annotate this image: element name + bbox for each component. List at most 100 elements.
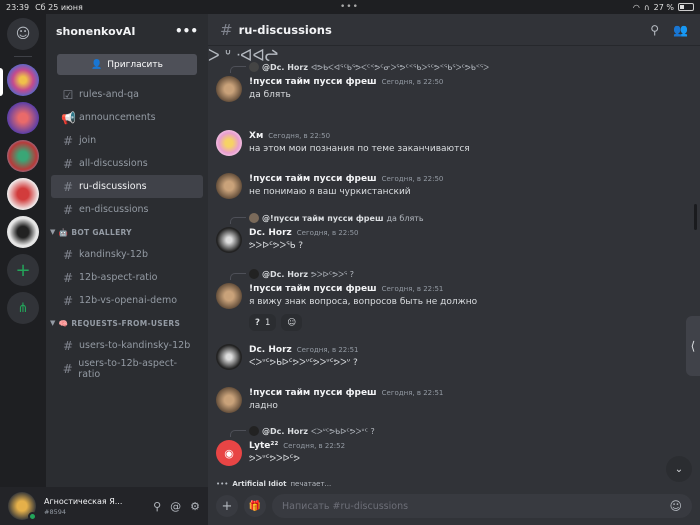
hash-icon: # bbox=[62, 293, 74, 308]
reply-spine bbox=[230, 66, 246, 73]
server-name: shonenkovAI bbox=[56, 24, 136, 38]
reply-preview[interactable]: @!пусси тайм пусси фреш да блять bbox=[249, 213, 424, 223]
message-text: не понимаю я ваш чуркистанский bbox=[249, 187, 411, 197]
channel-announcements[interactable]: 📢 announcements bbox=[51, 106, 203, 129]
server-icon-5[interactable] bbox=[7, 216, 39, 248]
attach-button[interactable]: + bbox=[216, 495, 238, 517]
message-placeholder: Написать #ru-discussions bbox=[282, 500, 409, 512]
channel-12b-vs-openai-demo[interactable]: # 12b-vs-openai-demo bbox=[51, 289, 203, 312]
message-header: !пусси тайм пусси фреш Сегодня, в 22:51 bbox=[249, 284, 443, 294]
channel-label: kandinsky-12b bbox=[79, 249, 148, 260]
chevron-down-icon: ▼ bbox=[50, 228, 56, 236]
avatar[interactable] bbox=[216, 130, 242, 156]
server-rail: ☺ + ⋔ bbox=[0, 14, 46, 525]
friends-search-icon[interactable]: ⚲ bbox=[153, 500, 161, 513]
channel-sidebar: shonenkovAI ••• 👤 Пригласить ☑ rules-and… bbox=[46, 14, 208, 525]
message-text: ᕗᐳᐅᑦᕗᐳᕐᑲ ? bbox=[249, 241, 304, 251]
channel-users-to-kandinsky-12b[interactable]: # users-to-kandinsky-12b bbox=[51, 334, 203, 357]
emoji-icon[interactable]: ☺ bbox=[669, 499, 682, 513]
header-icons: ⚲ 👥 bbox=[650, 23, 688, 37]
avatar[interactable] bbox=[216, 283, 242, 309]
message-input[interactable]: Написать #ru-discussions ☺ bbox=[272, 494, 692, 518]
author-name[interactable]: Dc. Horz bbox=[249, 345, 292, 355]
avatar[interactable] bbox=[216, 227, 242, 253]
author-name[interactable]: Хм bbox=[249, 131, 263, 141]
server-icon-4[interactable] bbox=[7, 178, 39, 210]
typing-user: Artificial Idiot bbox=[232, 480, 287, 488]
direct-messages-icon[interactable]: ☺ bbox=[7, 18, 39, 50]
channel-ru-discussions[interactable]: # ru-discussions bbox=[51, 175, 203, 198]
reply-preview[interactable]: @Dc. Horz ᐊᕗᑲᐸᐊᕐᑦᑲᕐᕗᐸᑦᑉᕗᑦᓂᐳᕐᕗᑦᑉᕐᑲᐳᕐᑦᕗᑉᕐᑲ… bbox=[249, 62, 489, 72]
channel-label: join bbox=[79, 135, 97, 146]
add-reaction-icon: ☺ bbox=[287, 317, 297, 328]
channel-rules-and-qa[interactable]: ☑ rules-and-qa bbox=[51, 83, 203, 106]
channel-kandinsky-12b[interactable]: # kandinsky-12b bbox=[51, 243, 203, 266]
reply-author: @Dc. Horz bbox=[262, 426, 308, 436]
timestamp: Сегодня, в 22:50 bbox=[268, 132, 331, 140]
reaction-question[interactable]: ? 1 bbox=[249, 314, 277, 331]
category-requests-from-users[interactable]: ▼ 🧠 REQUESTS-FROM-USERS bbox=[46, 312, 208, 334]
scrollbar[interactable] bbox=[694, 204, 697, 230]
mentions-icon[interactable]: @ bbox=[170, 500, 181, 513]
reply-preview[interactable]: @Dc. Horz ᐸᐳᐡᑦᕗᑲᐅᑦᕗᐳᐡᑦ ? bbox=[249, 426, 375, 436]
author-name[interactable]: Dc. Horz bbox=[249, 228, 292, 238]
typing-suffix: печатает... bbox=[290, 480, 332, 488]
message-text: ᐸᐳᐡᑦᕗᑲᐅᑦᕗᐳᐡᑦᕗᐳᐡᑦᕗᐳᐡ ? bbox=[249, 358, 358, 368]
server-icon-2[interactable] bbox=[7, 102, 39, 134]
reply-author: @Dc. Horz bbox=[262, 62, 308, 72]
status-bar: 23:39 Сб 25 июня ••• ◠ ∩ 27 % bbox=[0, 0, 700, 14]
user-panel: Агностическая Я... #8594 ⚲ @ ⚙ bbox=[0, 487, 208, 525]
jump-to-present-button[interactable]: ⌄ bbox=[666, 456, 692, 482]
author-name[interactable]: Lyte²² bbox=[249, 441, 278, 451]
user-tag: #8594 bbox=[44, 507, 66, 516]
channel-label: announcements bbox=[79, 112, 156, 123]
member-list-icon[interactable]: 👥 bbox=[673, 23, 688, 37]
avatar[interactable] bbox=[216, 344, 242, 370]
avatar[interactable] bbox=[216, 387, 242, 413]
side-panel-handle[interactable]: ⟨ bbox=[686, 316, 700, 376]
reply-preview[interactable]: @Dc. Horz ᕗᐳᐅᑦᕗᐳᕐ ? bbox=[249, 269, 354, 279]
explore-servers-icon[interactable]: ⋔ bbox=[7, 292, 39, 324]
invite-label: Пригласить bbox=[107, 59, 163, 70]
category-label: BOT GALLERY bbox=[71, 227, 132, 237]
add-server-icon[interactable]: + bbox=[7, 254, 39, 286]
invite-button[interactable]: 👤 Пригласить bbox=[57, 54, 197, 75]
message-header: Хм Сегодня, в 22:50 bbox=[249, 131, 330, 141]
author-name[interactable]: !пусси тайм пусси фреш bbox=[249, 174, 377, 184]
channel-users-to-12b-aspect-ratio[interactable]: # users-to-12b-aspect-ratio bbox=[51, 357, 203, 380]
avatar[interactable] bbox=[216, 76, 242, 102]
author-name[interactable]: !пусси тайм пусси фреш bbox=[249, 77, 377, 87]
timestamp: Сегодня, в 22:52 bbox=[283, 442, 346, 450]
timestamp: Сегодня, в 22:51 bbox=[381, 389, 444, 397]
timestamp: Сегодня, в 22:51 bbox=[381, 285, 444, 293]
username: Агностическая Я... bbox=[44, 496, 123, 506]
gift-button[interactable]: 🎁 bbox=[244, 495, 266, 517]
server-icon-3[interactable] bbox=[7, 140, 39, 172]
search-icon[interactable]: ⚲ bbox=[650, 23, 659, 37]
multitask-dots-icon[interactable]: ••• bbox=[340, 2, 359, 12]
avatar[interactable] bbox=[216, 173, 242, 199]
channel-title: ru-discussions bbox=[238, 22, 332, 37]
server-header[interactable]: shonenkovAI ••• bbox=[46, 14, 208, 48]
author-name[interactable]: !пусси тайм пусси фреш bbox=[249, 388, 377, 398]
reaction-emoji: ? bbox=[255, 317, 260, 328]
hash-icon: # bbox=[62, 179, 74, 194]
channel-join[interactable]: # join bbox=[51, 129, 203, 152]
category-bot-gallery[interactable]: ▼ 🤖 BOT GALLERY bbox=[46, 221, 208, 243]
avatar[interactable] bbox=[8, 492, 37, 521]
channel-12b-aspect-ratio[interactable]: # 12b-aspect-ratio bbox=[51, 266, 203, 289]
server-icon-shonenkovai[interactable] bbox=[7, 64, 39, 96]
gear-icon[interactable]: ⚙ bbox=[190, 500, 200, 513]
reply-author: @!пусси тайм пусси фреш bbox=[262, 213, 384, 223]
channel-en-discussions[interactable]: # en-discussions bbox=[51, 198, 203, 221]
message-header: !пусси тайм пусси фреш Сегодня, в 22:50 bbox=[249, 174, 443, 184]
add-reaction-button[interactable]: ☺ bbox=[281, 314, 303, 331]
author-name[interactable]: !пусси тайм пусси фреш bbox=[249, 284, 377, 294]
reactions: ? 1 ☺ bbox=[249, 314, 303, 331]
timestamp: Сегодня, в 22:50 bbox=[381, 78, 444, 86]
more-options-icon[interactable]: ••• bbox=[175, 24, 198, 38]
channel-all-discussions[interactable]: # all-discussions bbox=[51, 152, 203, 175]
channel-label: rules-and-qa bbox=[79, 89, 139, 100]
discord-logo-icon[interactable]: ◉ bbox=[216, 440, 242, 466]
hash-icon: # bbox=[62, 361, 73, 376]
